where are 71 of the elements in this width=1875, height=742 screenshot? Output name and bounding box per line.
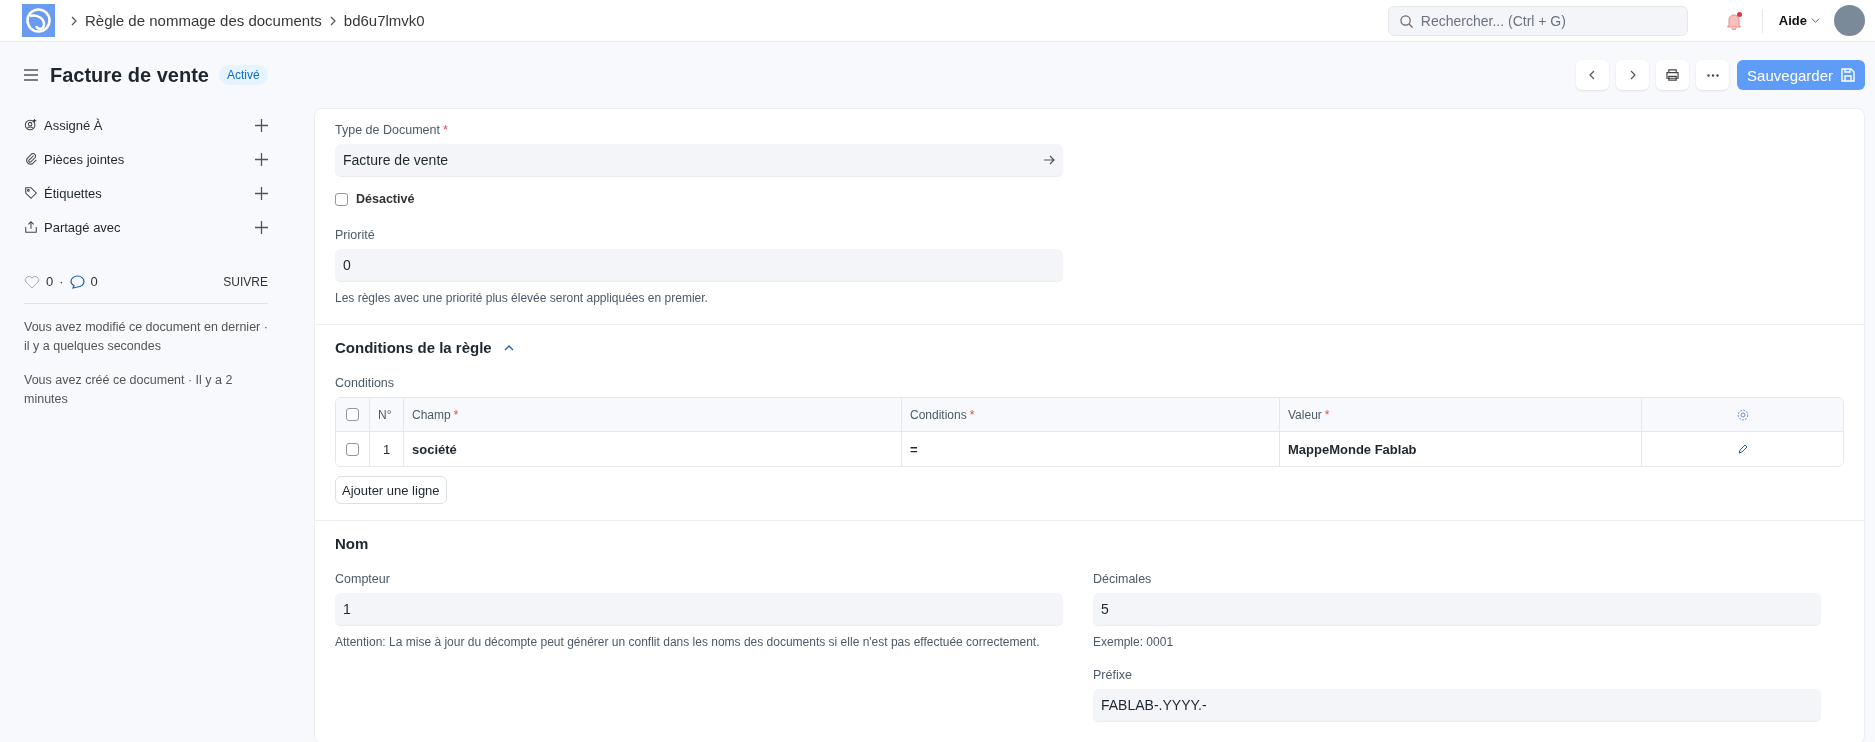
- help-menu[interactable]: Aide: [1778, 13, 1820, 28]
- printer-icon: [1666, 69, 1680, 81]
- menu-icon[interactable]: [24, 69, 38, 81]
- priority-field[interactable]: 0: [335, 249, 1063, 281]
- search-icon: [1399, 14, 1413, 28]
- like-count: 0: [46, 274, 54, 289]
- checkbox-label: Désactivé: [356, 192, 415, 206]
- chevron-up-icon: [503, 344, 514, 351]
- plus-icon[interactable]: [255, 152, 268, 166]
- section-title: Nom: [335, 535, 370, 553]
- digits-field[interactable]: 5: [1093, 593, 1821, 626]
- page-title: Facture de vente: [50, 63, 209, 87]
- print-button[interactable]: [1656, 60, 1690, 90]
- counter-field[interactable]: 1: [335, 593, 1063, 626]
- table-cell[interactable]: société: [404, 432, 902, 467]
- column-header: Conditions *: [902, 398, 1280, 432]
- sidebar-item[interactable]: Assigné À: [44, 117, 255, 133]
- comment-icon[interactable]: [69, 274, 85, 289]
- section-toggle[interactable]: Conditions de la règle: [335, 339, 514, 357]
- plus-icon[interactable]: [255, 118, 268, 132]
- table-cell[interactable]: MappeMonde Fablab: [1280, 432, 1642, 467]
- row-checkbox[interactable]: [346, 442, 359, 456]
- row-number: 1: [370, 432, 404, 467]
- chevron-down-icon: [1811, 16, 1820, 25]
- app-logo[interactable]: [22, 4, 55, 37]
- arrow-right-icon: [1044, 155, 1055, 165]
- follow-link[interactable]: SUIVRE: [223, 274, 268, 289]
- checkbox[interactable]: [335, 192, 348, 206]
- sidebar-item[interactable]: Partagé avec: [44, 219, 255, 235]
- add-row-button[interactable]: Ajouter une ligne: [335, 476, 447, 505]
- comment-count: 0: [90, 274, 98, 289]
- user-avatar[interactable]: [1834, 5, 1865, 36]
- column-header: Champ *: [404, 398, 902, 432]
- sidebar-item[interactable]: Étiquettes: [44, 185, 255, 201]
- activity-text: Vous avez modifié ce document en dernier · il y a quelques secondes: [24, 319, 268, 356]
- field-description: Attention: La mise à jour du décompte peut générer un conflit dans les noms des documents si elle n'est pas effectuée correctement.: [335, 634, 1041, 652]
- tag-icon: [24, 186, 38, 200]
- table-label: Conditions: [335, 376, 396, 391]
- select-all-checkbox[interactable]: [346, 408, 359, 422]
- field-label: Préfixe: [1093, 668, 1133, 683]
- activity-text: Vous avez créé ce document · Il y a 2 minutes: [24, 371, 234, 409]
- column-header: Valeur *: [1280, 398, 1642, 432]
- ellipsis-icon: [1706, 73, 1719, 77]
- status-badge: Activé: [218, 65, 268, 85]
- prefix-field[interactable]: FABLAB-.YYYY.-: [1093, 689, 1821, 722]
- next-button[interactable]: [1616, 60, 1650, 90]
- heart-icon[interactable]: [24, 274, 40, 289]
- previous-button[interactable]: [1576, 60, 1610, 90]
- breadcrumb-link[interactable]: Règle de nommage des documents: [85, 12, 322, 29]
- field-description: Exemple: 0001: [1093, 634, 1175, 652]
- table-cell[interactable]: =: [902, 432, 1280, 467]
- column-header: N°: [370, 398, 404, 432]
- field-label: Type de Document *: [335, 123, 449, 137]
- separator-dot: ·: [59, 274, 64, 289]
- document-type-field[interactable]: Facture de vente: [335, 144, 1063, 176]
- field-description: Les règles avec une priorité plus élevée seront appliquées en premier.: [335, 290, 709, 307]
- upload-icon: [24, 220, 38, 234]
- sidebar-item[interactable]: Pièces jointes: [44, 151, 255, 167]
- field-label: Compteur: [335, 572, 391, 587]
- search-field[interactable]: Rechercher... (Ctrl + G): [1387, 5, 1688, 36]
- breadcrumb-link[interactable]: bd6u7lmvk0: [343, 12, 425, 29]
- chevron-right-icon: [69, 15, 79, 26]
- user-add-icon: [24, 118, 38, 132]
- paperclip-icon: [24, 152, 38, 166]
- field-label: Décimales: [1093, 572, 1153, 587]
- notification-bell-icon[interactable]: [1725, 11, 1742, 30]
- edit-icon[interactable]: [1737, 444, 1748, 455]
- settings-icon[interactable]: [1736, 408, 1749, 421]
- plus-icon[interactable]: [255, 220, 268, 234]
- field-label: Priorité: [335, 228, 376, 242]
- plus-icon[interactable]: [255, 186, 268, 200]
